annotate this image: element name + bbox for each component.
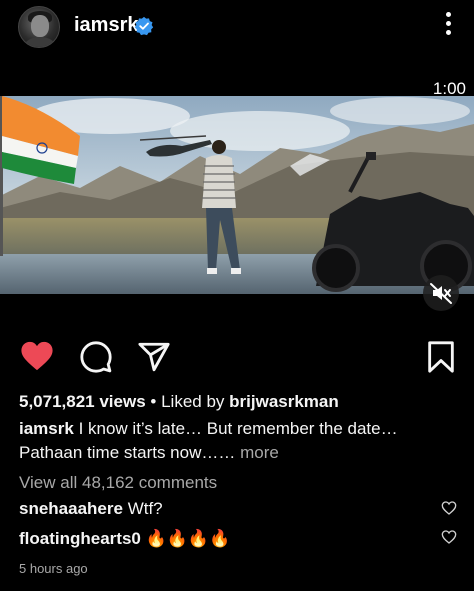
view-all-comments-link[interactable]: View all 48,162 comments <box>19 473 217 493</box>
caption-text-2: Pathaan time starts now…… <box>19 443 236 462</box>
caption-text-1: I know it’s late… But remember the date… <box>78 419 398 438</box>
video-frame <box>0 96 474 294</box>
more-vertical-icon[interactable] <box>438 12 458 40</box>
comment-user[interactable]: floatinghearts0 <box>19 529 141 548</box>
mute-toggle-button[interactable] <box>423 275 459 311</box>
comment-user[interactable]: snehaaahere <box>19 499 123 518</box>
post-header: iamsrk <box>0 0 474 56</box>
heart-outline-icon[interactable] <box>441 500 457 516</box>
avatar[interactable] <box>18 6 60 48</box>
comment-row: floatinghearts0 🔥🔥🔥🔥 <box>19 529 230 549</box>
post-actions-bar <box>0 340 474 380</box>
caption-author[interactable]: iamsrk <box>19 419 74 438</box>
comment-icon[interactable] <box>79 340 113 374</box>
caption-line-1: iamsrk I know it’s late… But remember th… <box>19 419 398 439</box>
liked-by-user[interactable]: brijwasrkman <box>229 392 339 411</box>
send-icon[interactable] <box>137 340 171 374</box>
verified-badge-icon <box>134 16 154 36</box>
caption-line-2: Pathaan time starts now…… more <box>19 443 279 463</box>
video-player[interactable] <box>0 96 474 294</box>
liked-by-label: Liked by <box>161 392 225 411</box>
muted-speaker-icon <box>430 283 452 304</box>
heart-filled-icon[interactable] <box>20 340 54 372</box>
post-timestamp: 5 hours ago <box>19 561 88 576</box>
caption-more-link[interactable]: more <box>240 443 279 462</box>
heart-outline-icon[interactable] <box>441 529 457 545</box>
comment-text: 🔥🔥🔥🔥 <box>145 529 231 548</box>
comment-row: snehaaahere Wtf? <box>19 499 163 519</box>
header-username[interactable]: iamsrk <box>74 14 139 37</box>
bookmark-icon[interactable] <box>426 340 456 374</box>
views-count[interactable]: 5,071,821 views <box>19 392 146 411</box>
likes-line: 5,071,821 views • Liked by brijwasrkman <box>19 392 339 412</box>
separator-dot: • <box>150 392 157 411</box>
comment-text: Wtf? <box>127 499 163 518</box>
